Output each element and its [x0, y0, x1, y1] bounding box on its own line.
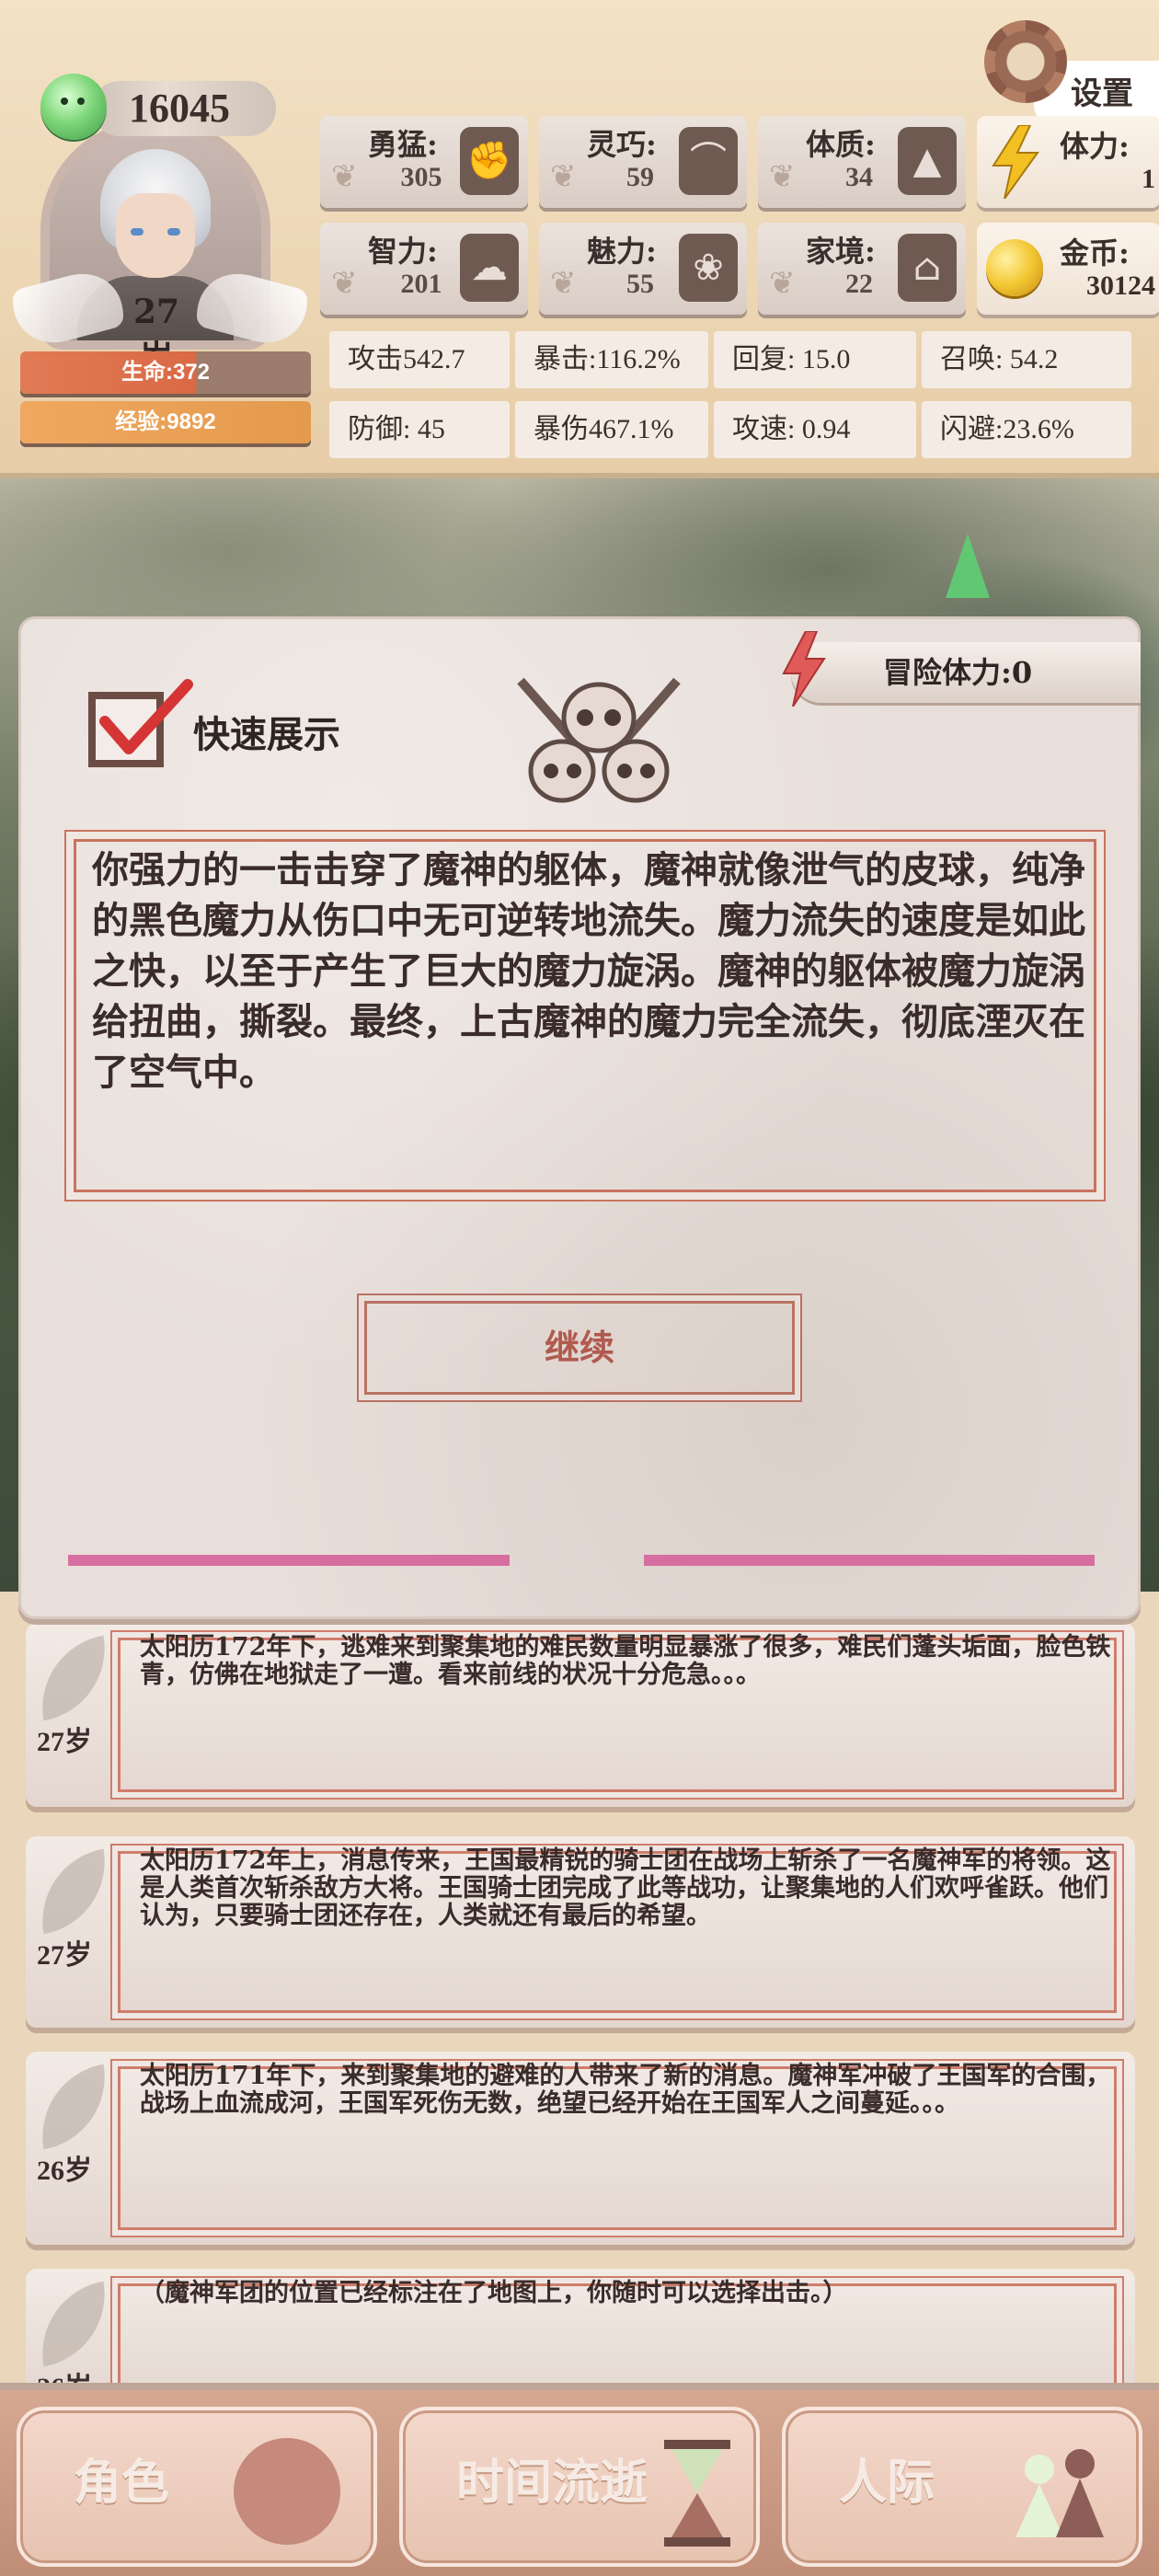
status-header: 16045 27岁 生命:372 经验:9892 设置 ❦ 勇猛: 305 ✊ … [0, 0, 1159, 478]
stat-defense: 防御: 45 [329, 401, 510, 458]
story-text: 你强力的一击击穿了魔神的躯体，魔神就像泄气的皮球，纯净的黑色魔力从伤口中无可逆转… [92, 848, 1085, 1094]
nav-time-button[interactable]: 时间流逝 [399, 2407, 760, 2567]
attr-agility[interactable]: ❦ 灵巧: 59 ⌒ [539, 116, 747, 208]
attr-constitution[interactable]: ❦ 体质: 34 ▲ [758, 116, 966, 208]
feather-icon [30, 2281, 117, 2367]
flower-icon: ❀ [679, 234, 738, 302]
divider-right [644, 1555, 1095, 1566]
people-icon [1016, 2449, 1104, 2537]
feather-icon [30, 2064, 117, 2150]
fist-icon: ✊ [460, 127, 519, 195]
log-entry: 太阳历171年下，来到聚集地的避难的人带来了新的消息。魔神军冲破了王国军的合围，… [26, 2052, 1135, 2245]
gear-icon [984, 20, 1067, 103]
continue-button[interactable]: 继续 [364, 1301, 795, 1395]
checkmark-icon [99, 679, 193, 754]
log-age: 26岁 [37, 2156, 92, 2186]
attr-charm[interactable]: ❦ 魅力: 55 ❀ [539, 223, 747, 315]
green-spirit-icon [40, 74, 107, 140]
cloak-icon: ⌒ [679, 127, 738, 195]
lightning-icon [992, 125, 1039, 199]
red-lightning-icon [782, 631, 826, 707]
nav-character-button[interactable]: 角色 [17, 2407, 377, 2567]
divider-left [68, 1555, 510, 1566]
log-age: 27岁 [37, 1940, 92, 1971]
stat-attack-speed: 攻速: 0.94 [714, 401, 916, 458]
attr-intelligence[interactable]: ❦ 智力: 201 ☁ [320, 223, 528, 315]
feather-icon [30, 1848, 117, 1935]
adventure-stamina-text: 冒险体力:0 [883, 655, 1033, 690]
stat-regen: 回复: 15.0 [714, 331, 916, 388]
stat-dodge: 闪避:23.6% [922, 401, 1131, 458]
feather-icon [30, 1635, 117, 1721]
exp-bar: 经验:9892 [20, 401, 311, 443]
attr-family[interactable]: ❦ 家境: 22 ⌂ [758, 223, 966, 315]
hp-bar: 生命:372 [20, 351, 311, 394]
stat-crit: 暴击:116.2% [515, 331, 708, 388]
tower-marker-icon[interactable] [946, 534, 990, 598]
score-value: 16045 [129, 86, 230, 131]
house-icon: ⌂ [898, 234, 957, 302]
stat-summon: 召唤: 54.2 [922, 331, 1131, 388]
attr-courage[interactable]: ❦ 勇猛: 305 ✊ [320, 116, 528, 208]
brain-icon: ☁ [460, 234, 519, 302]
log-entry: 太阳历172年下，逃难来到聚集地的难民数量明显暴涨了很多，难民们蓬头垢面，脸色铁… [26, 1623, 1135, 1807]
log-entry: 太阳历172年上，消息传来，王国最精锐的骑士团在战场上斩杀了一名魔神军的将领。这… [26, 1836, 1135, 2028]
arm-icon: ▲ [898, 127, 957, 195]
stamina-tile[interactable]: 体力: 1 [977, 116, 1159, 208]
stat-crit-damage: 暴伤467.1% [515, 401, 708, 458]
log-age: 27岁 [37, 1727, 92, 1757]
gold-tile[interactable]: 金币: 30124 [977, 223, 1159, 315]
nav-social-button[interactable]: 人际 [782, 2407, 1142, 2567]
skull-emblem-icon [517, 677, 681, 803]
quick-show-label[interactable]: 快速展示 [193, 705, 340, 758]
hourglass-icon [664, 2440, 730, 2547]
stat-attack: 攻击542.7 [329, 331, 510, 388]
settings-button[interactable]: 设置 [984, 20, 1159, 127]
character-icon [234, 2438, 340, 2545]
coin-icon [986, 239, 1043, 296]
